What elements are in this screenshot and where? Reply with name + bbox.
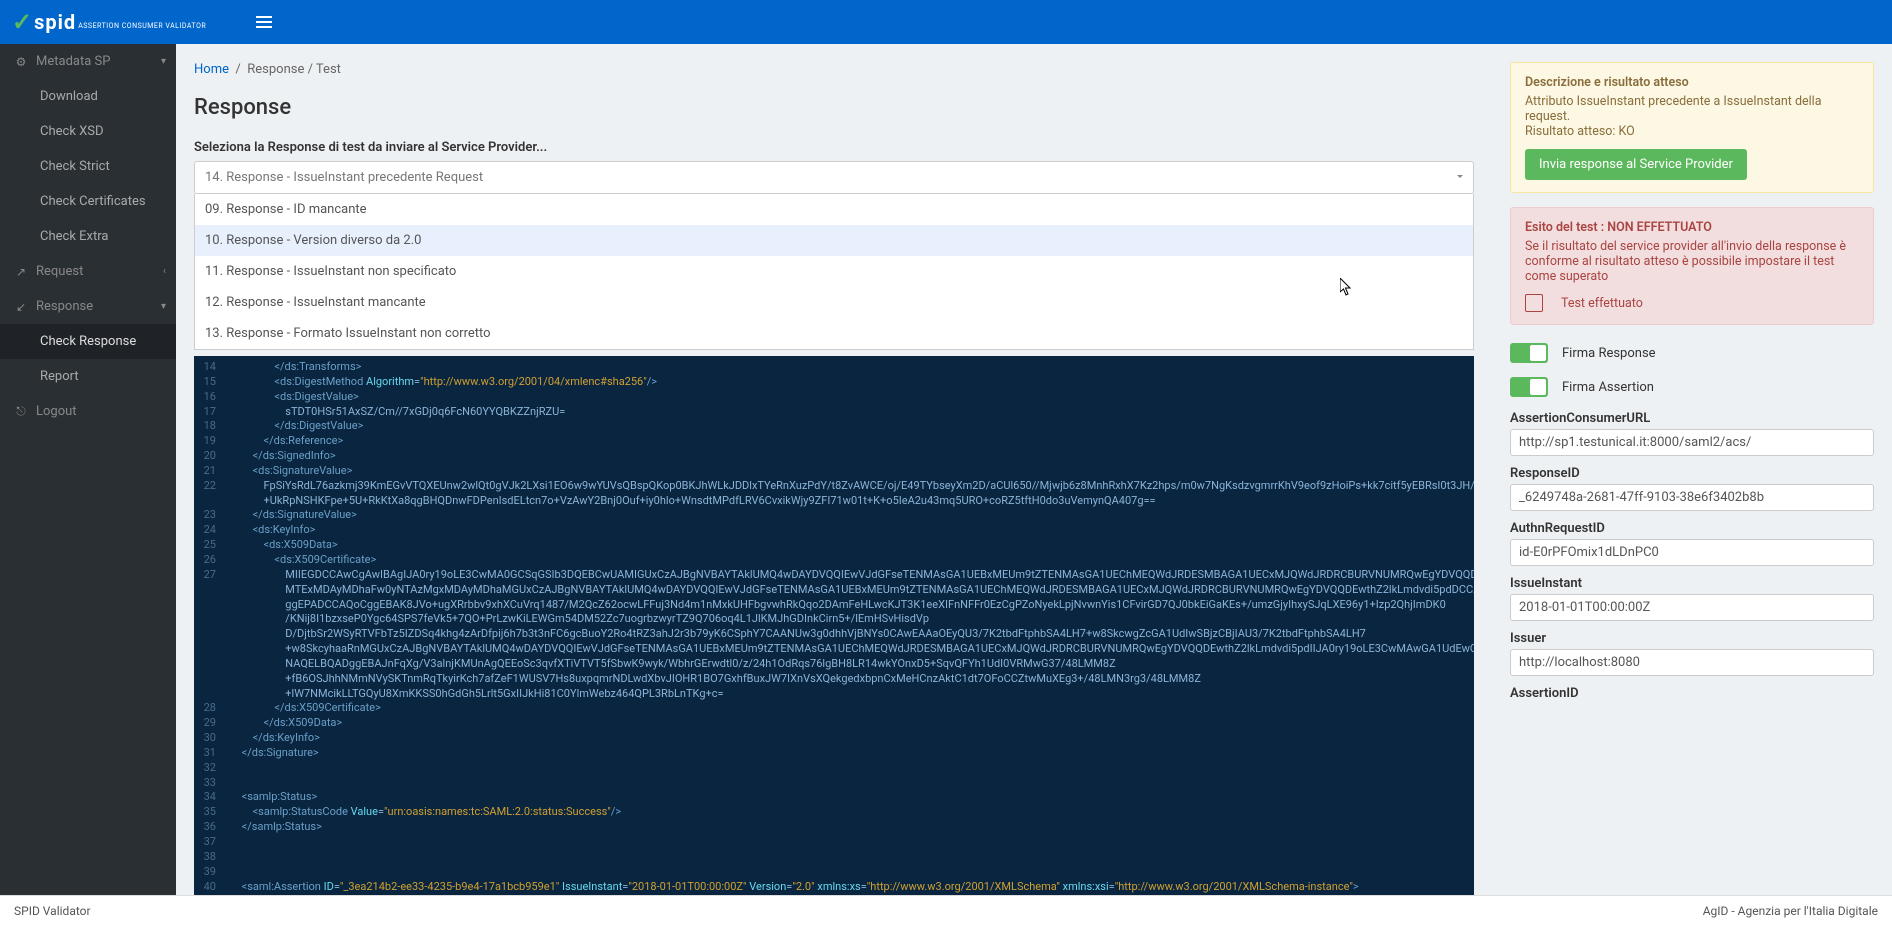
right-panel: Descrizione e risultato atteso Attributo… [1492, 44, 1892, 895]
issuer-label: Issuer [1510, 631, 1874, 646]
logout-icon: ⎋ [14, 404, 28, 419]
acurl-label: AssertionConsumerURL [1510, 411, 1874, 426]
xml-code-viewer[interactable]: 14 </ds:Transforms>15 <ds:DigestMethod A… [194, 356, 1474, 895]
sidebar-label: Logout [36, 404, 77, 419]
page-title: Response [194, 95, 1474, 120]
sidebar-item-report[interactable]: Report [0, 359, 176, 394]
chevron-down-icon: ▾ [161, 301, 166, 312]
issueinstant-input[interactable] [1510, 594, 1874, 621]
responseid-input[interactable] [1510, 484, 1874, 511]
dropdown-selected: 14. Response - IssueInstant precedente R… [205, 170, 483, 185]
toggle-label: Firma Assertion [1562, 380, 1654, 395]
check-icon: ✓ [12, 8, 32, 36]
dropdown-option[interactable]: 10. Response - Version diverso da 2.0 [195, 225, 1473, 256]
toggle-label: Firma Response [1562, 346, 1656, 361]
sidebar-item-download[interactable]: Download [0, 79, 176, 114]
sidebar-item-checkresponse[interactable]: Check Response [0, 324, 176, 359]
dropdown-options[interactable]: 09. Response - ID mancante10. Response -… [194, 194, 1474, 350]
sidebar-label: Metadata SP [36, 54, 110, 69]
info-line1: Attributo IssueInstant precedente a Issu… [1525, 94, 1859, 124]
expected-result-box: Descrizione e risultato atteso Attributo… [1510, 62, 1874, 193]
responseid-label: ResponseID [1510, 466, 1874, 481]
sidebar-label: Request [36, 264, 83, 279]
sidebar-label: Response [36, 299, 93, 314]
result-title: Esito del test : NON EFFETTUATO [1525, 220, 1859, 235]
arrow-right-icon: ↗ [14, 265, 28, 279]
info-title: Descrizione e risultato atteso [1525, 75, 1859, 90]
info-line2: Risultato atteso: KO [1525, 124, 1859, 139]
section-label: Seleziona la Response di test da inviare… [194, 140, 1474, 155]
test-done-checkbox[interactable] [1525, 294, 1543, 312]
logo-subtitle: ASSERTION CONSUMER VALIDATOR [78, 22, 206, 30]
dropdown-option[interactable]: 13. Response - Formato IssueInstant non … [195, 318, 1473, 349]
firma-assertion-toggle[interactable] [1510, 377, 1548, 397]
app-logo: ✓ spid ASSERTION CONSUMER VALIDATOR [12, 8, 206, 36]
footer-left: SPID Validator [14, 904, 91, 918]
issueinstant-label: IssueInstant [1510, 576, 1874, 591]
chevron-down-icon [1457, 175, 1463, 181]
sidebar-item-response[interactable]: ↙ Response ▾ [0, 289, 176, 324]
chevron-down-icon: ▾ [161, 56, 166, 67]
dropdown-option[interactable]: 11. Response - IssueInstant non specific… [195, 256, 1473, 287]
sidebar-item-checkxsd[interactable]: Check XSD [0, 114, 176, 149]
sidebar-item-checkcert[interactable]: Check Certificates [0, 184, 176, 219]
sidebar-item-metadata[interactable]: ⚙ Metadata SP ▾ [0, 44, 176, 79]
arrow-left-icon: ↙ [14, 300, 28, 314]
assertionid-label: AssertionID [1510, 686, 1874, 701]
sidebar-item-checkstrict[interactable]: Check Strict [0, 149, 176, 184]
breadcrumb-home[interactable]: Home [194, 62, 229, 77]
response-select[interactable]: 14. Response - IssueInstant precedente R… [194, 161, 1474, 194]
logo-text: spid [34, 10, 76, 34]
authnreqid-input[interactable] [1510, 539, 1874, 566]
chevron-left-icon: ‹ [163, 266, 166, 277]
footer-right: AgID - Agenzia per l'Italia Digitale [1703, 904, 1878, 918]
authnreqid-label: AuthnRequestID [1510, 521, 1874, 536]
sidebar-item-logout[interactable]: ⎋ Logout [0, 394, 176, 429]
dropdown-option[interactable]: 12. Response - IssueInstant mancante [195, 287, 1473, 318]
app-header: ✓ spid ASSERTION CONSUMER VALIDATOR [0, 0, 1892, 44]
footer: SPID Validator AgID - Agenzia per l'Ital… [0, 895, 1892, 925]
breadcrumb-current: Response / Test [247, 62, 341, 77]
breadcrumb: Home / Response / Test [194, 44, 1474, 95]
issuer-input[interactable] [1510, 649, 1874, 676]
menu-toggle-icon[interactable] [256, 13, 272, 31]
firma-response-toggle[interactable] [1510, 343, 1548, 363]
result-desc: Se il risultato del service provider all… [1525, 239, 1859, 284]
sidebar: ⚙ Metadata SP ▾ Download Check XSD Check… [0, 44, 176, 895]
sidebar-item-request[interactable]: ↗ Request ‹ [0, 254, 176, 289]
sidebar-item-checkextra[interactable]: Check Extra [0, 219, 176, 254]
test-result-box: Esito del test : NON EFFETTUATO Se il ri… [1510, 207, 1874, 325]
checkbox-label: Test effettuato [1561, 296, 1643, 311]
gear-icon: ⚙ [14, 55, 28, 69]
acurl-input[interactable] [1510, 429, 1874, 456]
send-response-button[interactable]: Invia response al Service Provider [1525, 149, 1747, 180]
dropdown-option[interactable]: 09. Response - ID mancante [195, 194, 1473, 225]
